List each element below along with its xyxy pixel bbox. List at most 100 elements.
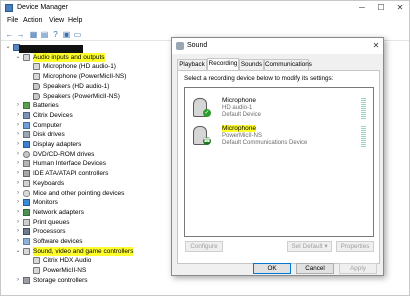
set-default-label: Set Default bbox=[291, 243, 323, 250]
speaker-icon bbox=[33, 92, 40, 100]
audio-device-icon bbox=[33, 257, 40, 265]
instruction-text: Select a recording device below to modif… bbox=[184, 75, 334, 82]
device-driver-name: PowerMicII-NS bbox=[222, 133, 263, 139]
collapse-arrow-icon[interactable]: ⌄ bbox=[5, 43, 11, 52]
set-default-button[interactable]: Set Default ▾ bbox=[287, 241, 332, 252]
tree-item[interactable]: › Disk drives bbox=[1, 130, 171, 139]
tree-item[interactable]: › Print queues bbox=[1, 218, 171, 227]
monitor-icon bbox=[23, 199, 30, 207]
tree-item[interactable]: ⌄ Audio inputs and outputs bbox=[1, 52, 171, 62]
maximize-button[interactable]: ☐ bbox=[372, 2, 390, 13]
tab-communications[interactable]: Communications bbox=[264, 59, 312, 70]
expand-arrow-icon[interactable]: › bbox=[15, 218, 21, 227]
tree-item[interactable]: ⌄ Sound, video and game controllers bbox=[1, 246, 171, 256]
tree-item-label: Microphone (PowerMicII-NS) bbox=[43, 73, 127, 81]
tree-item[interactable]: › Storage controllers bbox=[1, 276, 171, 285]
tree-item-label: Microphone (HD audio-1) bbox=[43, 63, 116, 71]
cancel-button[interactable]: Cancel bbox=[296, 263, 334, 274]
tree-item[interactable]: › Citrix Devices bbox=[1, 111, 171, 120]
menu-file[interactable]: File bbox=[7, 17, 18, 24]
tree-item[interactable]: › IDE ATA/ATAPI controllers bbox=[1, 169, 171, 178]
expand-arrow-icon[interactable]: › bbox=[15, 189, 21, 198]
expand-arrow-icon[interactable]: › bbox=[15, 140, 21, 149]
expand-arrow-icon[interactable]: › bbox=[15, 276, 21, 285]
tree-item-label: Citrix HDX Audio bbox=[43, 257, 92, 265]
tab-sounds[interactable]: Sounds bbox=[239, 59, 264, 70]
tab-recording[interactable]: Recording bbox=[207, 58, 239, 70]
minimize-button[interactable]: ─ bbox=[353, 2, 371, 13]
tree-item-label: Sound, video and game controllers bbox=[33, 246, 134, 256]
device-item-hd-audio[interactable]: ✓ Microphone HD audio-1 Default Device bbox=[185, 95, 373, 121]
tree-item[interactable]: PowerMicII-NS bbox=[1, 266, 171, 275]
disk-drive-icon bbox=[23, 131, 30, 139]
back-arrow-icon[interactable]: ← bbox=[5, 30, 14, 39]
close-button[interactable]: ✕ bbox=[391, 2, 409, 13]
tree-item-label: DVD/CD-ROM drives bbox=[33, 150, 95, 158]
expand-arrow-icon[interactable]: › bbox=[15, 159, 21, 168]
expand-arrow-icon[interactable]: › bbox=[15, 237, 21, 246]
expand-arrow-icon[interactable]: › bbox=[15, 150, 21, 159]
tree-item[interactable]: Microphone (HD audio-1) bbox=[1, 62, 171, 71]
tree-item[interactable]: › Mice and other pointing devices bbox=[1, 189, 171, 198]
help-icon[interactable]: ? bbox=[51, 30, 60, 39]
expand-arrow-icon[interactable]: › bbox=[15, 101, 21, 110]
expand-arrow-icon[interactable]: › bbox=[15, 169, 21, 178]
tree-view-icon[interactable]: ▦ bbox=[29, 30, 38, 39]
tree-item-label: Human Interface Devices bbox=[33, 160, 106, 168]
properties-button[interactable]: Properties bbox=[336, 241, 374, 252]
tree-item[interactable]: › Software devices bbox=[1, 237, 171, 246]
expand-arrow-icon[interactable]: › bbox=[15, 198, 21, 207]
title-bar: Device Manager ─ ☐ ✕ bbox=[1, 1, 409, 15]
expand-arrow-icon[interactable]: › bbox=[15, 227, 21, 236]
expand-arrow-icon[interactable]: › bbox=[15, 121, 21, 130]
expand-arrow-icon[interactable]: › bbox=[15, 179, 21, 188]
tree-item[interactable]: › Human Interface Devices bbox=[1, 159, 171, 168]
tree-item[interactable]: Microphone (PowerMicII-NS) bbox=[1, 72, 171, 81]
expand-arrow-icon[interactable]: › bbox=[15, 130, 21, 139]
apply-button[interactable]: Apply bbox=[339, 263, 377, 274]
tree-item-label: Batteries bbox=[33, 102, 59, 110]
collapse-arrow-icon[interactable]: ⌄ bbox=[15, 247, 21, 256]
tree-item-label: Computer bbox=[33, 121, 62, 129]
expand-arrow-icon[interactable]: › bbox=[15, 208, 21, 217]
tree-item[interactable]: › Keyboards bbox=[1, 179, 171, 188]
update-driver-icon[interactable]: ▣ bbox=[62, 30, 71, 39]
tree-item[interactable]: › Computer bbox=[1, 121, 171, 130]
ide-controller-icon bbox=[23, 170, 30, 178]
tree-item-label: Print queues bbox=[33, 218, 70, 226]
mouse-icon bbox=[23, 189, 30, 197]
device-item-powermic[interactable]: ☎ Microphone PowerMicII-NS Default Commu… bbox=[185, 123, 373, 149]
tree-item[interactable]: › Monitors bbox=[1, 198, 171, 207]
menu-bar: File Action View Help bbox=[1, 15, 409, 27]
dialog-close-button[interactable]: ✕ bbox=[370, 41, 382, 51]
tree-item[interactable]: Citrix HDX Audio bbox=[1, 256, 171, 265]
tree-item[interactable]: Speakers (HD audio-1) bbox=[1, 82, 171, 91]
tree-item-label: Monitors bbox=[33, 199, 58, 207]
audio-io-icon bbox=[23, 53, 30, 61]
menu-help[interactable]: Help bbox=[68, 17, 82, 24]
device-status: Default Device bbox=[222, 112, 262, 118]
tree-item[interactable]: › Batteries bbox=[1, 101, 171, 110]
tree-item-label: Speakers (HD audio-1) bbox=[43, 82, 110, 90]
forward-arrow-icon[interactable]: → bbox=[16, 30, 25, 39]
device-tree[interactable]: ⌄ ⌄ Audio inputs and outputs Microphone (HD… bbox=[1, 43, 171, 293]
monitor-scan-icon[interactable]: ▭ bbox=[73, 30, 82, 39]
tree-item[interactable]: Speakers (PowerMicII-NS) bbox=[1, 92, 171, 101]
recording-device-list[interactable]: ✓ Microphone HD audio-1 Default Device ☎… bbox=[184, 87, 374, 237]
tree-item-label: Speakers (PowerMicII-NS) bbox=[43, 92, 120, 100]
collapse-arrow-icon[interactable]: ⌄ bbox=[15, 53, 21, 62]
expand-arrow-icon[interactable]: › bbox=[15, 111, 21, 120]
tree-item[interactable]: › Processors bbox=[1, 227, 171, 236]
configure-button[interactable]: Configure bbox=[185, 241, 223, 252]
tree-item-label: Storage controllers bbox=[33, 276, 88, 284]
menu-action[interactable]: Action bbox=[23, 17, 42, 24]
tab-playback[interactable]: Playback bbox=[177, 59, 207, 70]
properties-sheet-icon[interactable]: ▤ bbox=[40, 30, 49, 39]
menu-view[interactable]: View bbox=[49, 17, 64, 24]
tree-item[interactable]: › Network adapters bbox=[1, 208, 171, 217]
tree-item[interactable]: › DVD/CD-ROM drives bbox=[1, 150, 171, 159]
tree-item[interactable]: › Display adapters bbox=[1, 140, 171, 149]
ok-button[interactable]: OK bbox=[253, 263, 291, 274]
computer-icon bbox=[23, 121, 30, 129]
dvd-drive-icon bbox=[23, 150, 30, 158]
